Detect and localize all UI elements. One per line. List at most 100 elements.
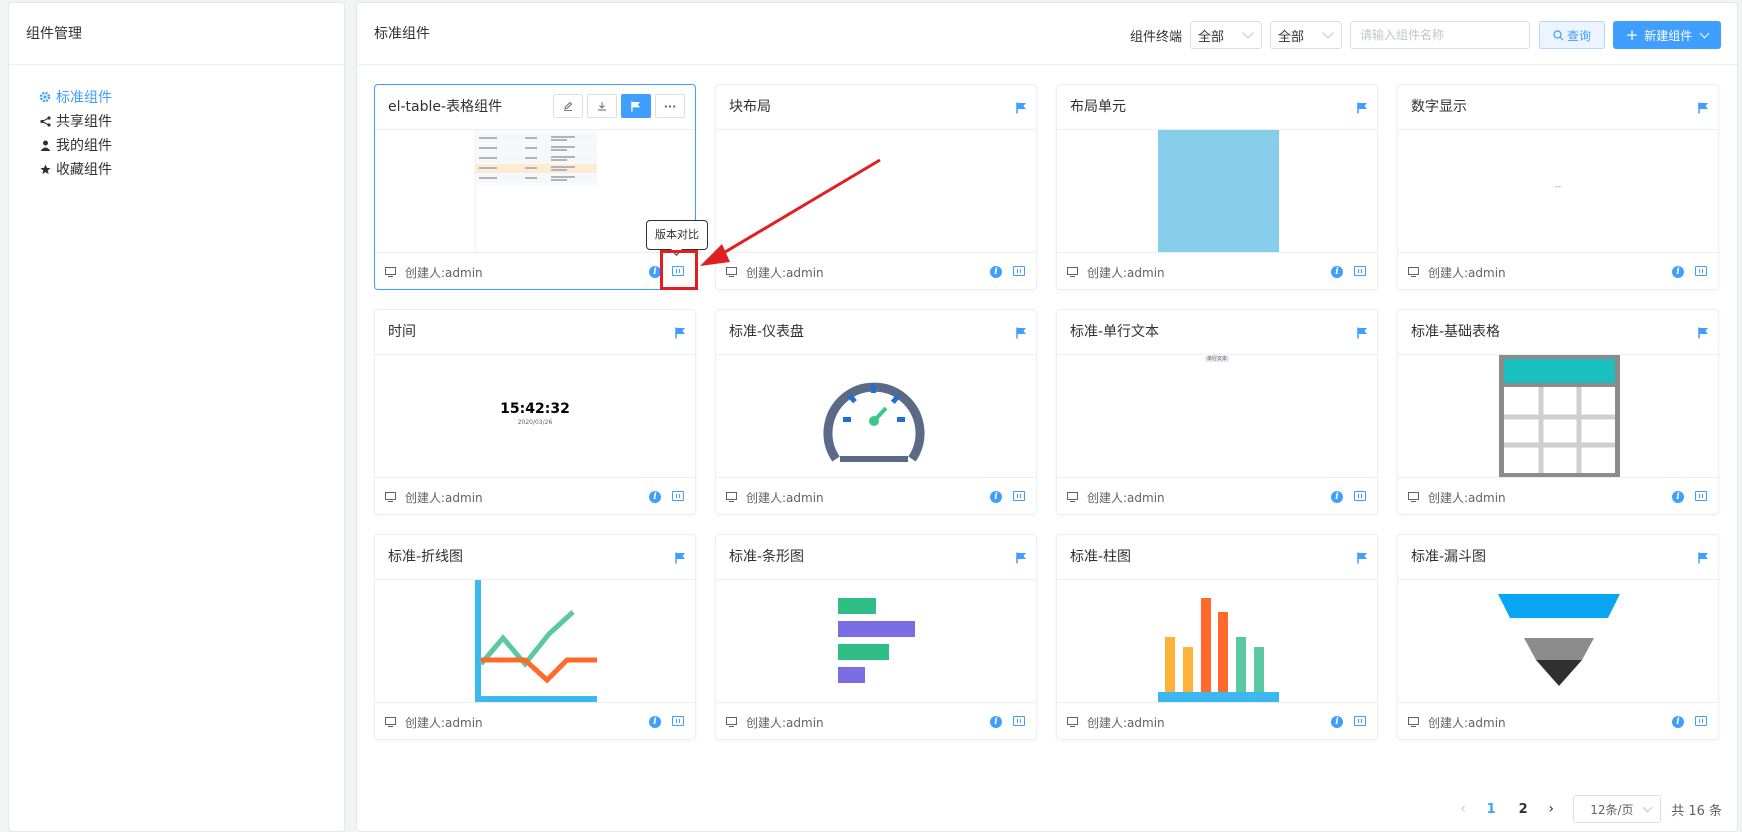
terminal-select-1[interactable]: 全部 bbox=[1190, 21, 1262, 49]
component-card[interactable]: 标准-仪表盘 创建人:admin i bbox=[715, 309, 1037, 515]
total-count: 共 16 条 bbox=[1671, 803, 1722, 819]
search-icon bbox=[1553, 29, 1564, 40]
version-compare-icon[interactable] bbox=[672, 491, 684, 501]
edit-button[interactable] bbox=[553, 94, 583, 118]
monitor-icon bbox=[1067, 491, 1078, 505]
flag-icon bbox=[631, 101, 641, 111]
component-card[interactable]: 标准-柱图 创建人:admin i bbox=[1056, 534, 1378, 740]
info-icon[interactable]: i bbox=[1331, 716, 1343, 728]
flag-icon[interactable] bbox=[1016, 99, 1027, 118]
component-card[interactable]: 标准-折线图 创建人:admin i bbox=[374, 534, 696, 740]
info-icon[interactable]: i bbox=[990, 491, 1002, 503]
card-preview bbox=[716, 130, 1036, 252]
info-icon[interactable]: i bbox=[990, 266, 1002, 278]
card-title: 时间 bbox=[388, 324, 416, 340]
flag-icon[interactable] bbox=[1016, 324, 1027, 343]
prev-page-button[interactable]: ‹ bbox=[1451, 801, 1475, 817]
card-title: el-table-表格组件 bbox=[388, 99, 503, 115]
sidebar-item-favorites[interactable]: 收藏组件 bbox=[9, 157, 344, 181]
version-compare-icon[interactable] bbox=[1354, 491, 1366, 501]
creator-text: 创建人:admin bbox=[405, 266, 483, 280]
info-icon[interactable]: i bbox=[649, 491, 661, 503]
creator-text: 创建人:admin bbox=[746, 716, 824, 730]
component-card[interactable]: 标准-单行文本 单行文本 创建人:admin i bbox=[1056, 309, 1378, 515]
component-card[interactable]: 时间 15:42:32 2020/03/26 创建人:admin i bbox=[374, 309, 696, 515]
clock-time: 15:42:32 bbox=[500, 401, 570, 417]
info-icon[interactable]: i bbox=[990, 716, 1002, 728]
star-icon bbox=[36, 163, 54, 175]
card-header: el-table-表格组件 ··· bbox=[375, 85, 695, 130]
component-card[interactable]: 标准-漏斗图 创建人:admin i bbox=[1397, 534, 1719, 740]
version-compare-icon[interactable] bbox=[1354, 716, 1366, 726]
info-icon[interactable]: i bbox=[1672, 491, 1684, 503]
flag-icon[interactable] bbox=[1698, 549, 1709, 568]
page-2[interactable]: 2 bbox=[1507, 802, 1539, 817]
sidebar-item-standard[interactable]: 标准组件 bbox=[9, 85, 344, 109]
next-page-button[interactable]: › bbox=[1539, 801, 1563, 817]
download-button[interactable] bbox=[587, 94, 617, 118]
card-title: 标准-基础表格 bbox=[1411, 324, 1501, 340]
creator-text: 创建人:admin bbox=[746, 266, 824, 280]
component-card[interactable]: el-table-表格组件 ··· 创建人:admin i bbox=[374, 84, 696, 290]
creator-text: 创建人:admin bbox=[405, 491, 483, 505]
info-icon[interactable]: i bbox=[1672, 266, 1684, 278]
card-footer: 创建人:admin i bbox=[716, 702, 1036, 740]
more-button[interactable]: ··· bbox=[655, 94, 685, 118]
version-compare-icon[interactable] bbox=[672, 716, 684, 726]
chevron-down-icon bbox=[1642, 802, 1653, 812]
gear-icon bbox=[36, 91, 54, 103]
flag-icon[interactable] bbox=[1357, 324, 1368, 343]
info-icon[interactable]: i bbox=[1331, 266, 1343, 278]
flag-icon[interactable] bbox=[1698, 324, 1709, 343]
component-card[interactable]: 标准-基础表格 创建人:admin i bbox=[1397, 309, 1719, 515]
component-card[interactable]: 数字显示 -- 创建人:admin i bbox=[1397, 84, 1719, 290]
flag-icon[interactable] bbox=[1357, 99, 1368, 118]
component-card[interactable]: 块布局 创建人:admin i bbox=[715, 84, 1037, 290]
card-footer: 创建人:admin i bbox=[716, 252, 1036, 290]
info-icon[interactable]: i bbox=[1672, 716, 1684, 728]
sidebar-item-shared[interactable]: 共享组件 bbox=[9, 109, 344, 133]
card-title: 标准-单行文本 bbox=[1070, 324, 1160, 340]
component-card[interactable]: 标准-条形图 创建人:admin i bbox=[715, 534, 1037, 740]
terminal-select-2[interactable]: 全部 bbox=[1270, 21, 1342, 49]
version-compare-icon[interactable] bbox=[1013, 491, 1025, 501]
creator-info: 创建人:admin bbox=[1408, 714, 1506, 731]
flag-icon[interactable] bbox=[675, 324, 686, 343]
creator-info: 创建人:admin bbox=[726, 489, 824, 506]
text-tag: 单行文本 bbox=[1204, 356, 1229, 362]
creator-text: 创建人:admin bbox=[1428, 716, 1506, 730]
creator-info: 创建人:admin bbox=[1408, 489, 1506, 506]
sidebar-title: 组件管理 bbox=[9, 3, 344, 65]
highlight-box bbox=[660, 250, 698, 290]
component-card[interactable]: 布局单元 创建人:admin i bbox=[1056, 84, 1378, 290]
page-1[interactable]: 1 bbox=[1475, 802, 1507, 817]
edit-icon bbox=[564, 101, 573, 111]
card-preview: -- bbox=[1398, 130, 1718, 252]
sidebar: 组件管理 标准组件 共享组件 我的组件 收藏组件 bbox=[8, 2, 345, 832]
sidebar-item-mine[interactable]: 我的组件 bbox=[9, 133, 344, 157]
version-compare-icon[interactable] bbox=[1013, 716, 1025, 726]
sidebar-item-label: 我的组件 bbox=[56, 138, 112, 154]
flag-icon[interactable] bbox=[675, 549, 686, 568]
creator-info: 创建人:admin bbox=[1067, 264, 1165, 281]
component-name-input[interactable] bbox=[1350, 21, 1530, 49]
version-compare-icon[interactable] bbox=[1695, 716, 1707, 726]
flag-icon[interactable] bbox=[1698, 99, 1709, 118]
query-button[interactable]: 查询 bbox=[1539, 21, 1605, 49]
flag-icon[interactable] bbox=[1357, 549, 1368, 568]
favorite-button[interactable] bbox=[621, 94, 651, 118]
version-compare-icon[interactable] bbox=[1013, 266, 1025, 276]
select-value: 全部 bbox=[1198, 29, 1225, 45]
card-footer: 创建人:admin i bbox=[375, 702, 695, 740]
card-footer: 创建人:admin i bbox=[1057, 702, 1377, 740]
new-component-button[interactable]: + 新建组件 bbox=[1613, 21, 1721, 49]
version-compare-icon[interactable] bbox=[1354, 266, 1366, 276]
flag-icon[interactable] bbox=[1016, 549, 1027, 568]
info-icon[interactable]: i bbox=[1331, 491, 1343, 503]
version-compare-icon[interactable] bbox=[1695, 266, 1707, 276]
page-size-select[interactable]: 12条/页 bbox=[1573, 795, 1662, 823]
terminal-filter-label: 组件终端 bbox=[1129, 29, 1182, 45]
info-icon[interactable]: i bbox=[649, 716, 661, 728]
version-compare-icon[interactable] bbox=[1695, 491, 1707, 501]
monitor-icon bbox=[1067, 716, 1078, 730]
